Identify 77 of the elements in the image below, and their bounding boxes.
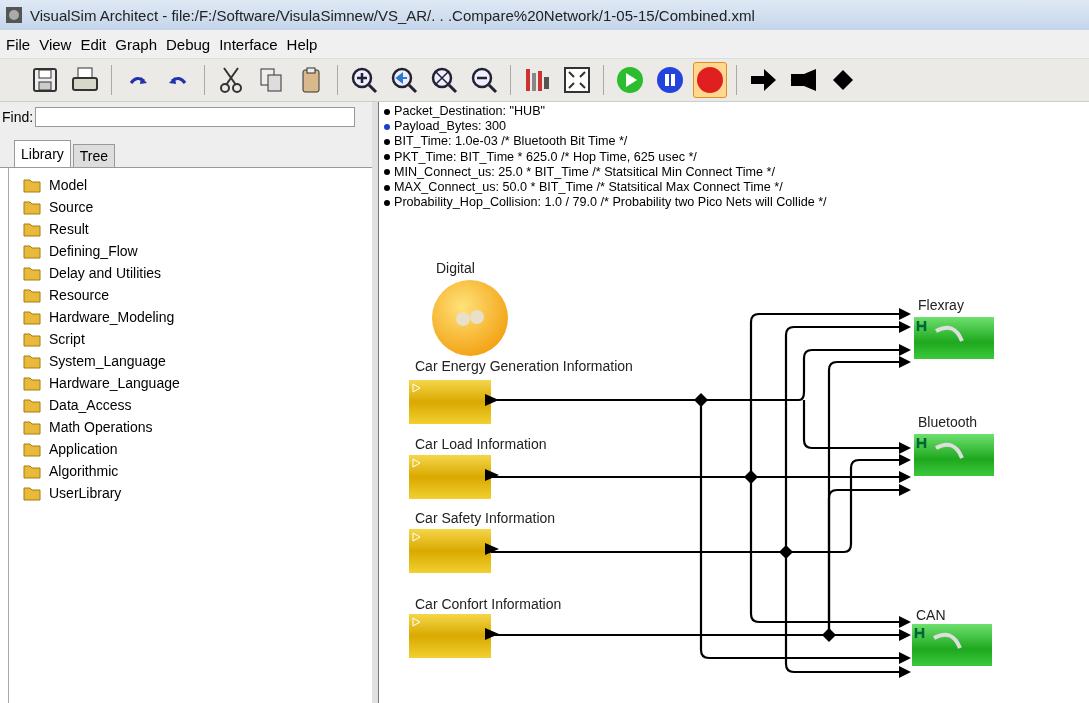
window-title: VisualSim Architect - file:/F:/Software/VisulaSimnew/VS_AR/. . .Compare%20Network/1-05-15/Combined.xml xyxy=(30,6,755,24)
sink-label: Flexray xyxy=(918,297,964,313)
parameter-text: Probability_Hop_Collision: 1.0 / 79.0 /* Probability two Pico Nets will Collide */ xyxy=(394,195,827,211)
source-block[interactable] xyxy=(409,614,499,658)
library-item[interactable]: Defining_Flow xyxy=(49,243,138,259)
run-icon xyxy=(615,65,645,95)
redo-icon xyxy=(127,74,149,86)
sink-label: Bluetooth xyxy=(918,414,978,430)
folder-icon xyxy=(23,199,41,215)
parameter-text: Packet_Destination: "HUB" xyxy=(394,104,546,120)
find-label: Find: xyxy=(1,109,35,125)
menu-item[interactable]: Graph xyxy=(115,35,157,53)
folder-icon xyxy=(23,419,41,435)
folder-icon xyxy=(23,309,41,325)
sink-block[interactable] xyxy=(912,624,994,668)
library-item[interactable]: Application xyxy=(49,441,118,457)
folder-icon xyxy=(23,177,41,193)
source-block[interactable] xyxy=(409,529,499,573)
library-item[interactable]: Source xyxy=(49,199,94,215)
library-item[interactable]: Data_Access xyxy=(49,397,132,413)
source-label: Car Energy Generation Information xyxy=(415,358,633,374)
source-label: Car Load Information xyxy=(415,436,547,452)
folder-icon xyxy=(23,463,41,479)
menu-item[interactable]: Interface xyxy=(219,35,278,53)
library-item[interactable]: Hardware_Modeling xyxy=(49,309,175,325)
stop-button[interactable] xyxy=(693,62,727,98)
pause-icon xyxy=(655,65,685,95)
folder-icon xyxy=(23,375,41,391)
folder-icon xyxy=(23,353,41,369)
folder-icon xyxy=(23,331,41,347)
source-block[interactable] xyxy=(409,455,499,499)
director-label: Digital xyxy=(436,260,475,276)
save-icon xyxy=(30,65,60,95)
sink-label: CAN xyxy=(916,607,946,623)
library-item[interactable]: System_Language xyxy=(49,353,166,369)
parameter-text: PKT_Time: BIT_Time * 625.0 /* Hop Time, 625 usec */ xyxy=(394,149,697,165)
zoom-out-icon xyxy=(469,65,499,95)
tab[interactable]: Tree xyxy=(72,144,116,167)
zoom-fit-icon xyxy=(429,65,459,95)
library-item[interactable]: Resource xyxy=(49,287,109,303)
parameter-text: MAX_Connect_us: 50.0 * BIT_Time /* Statsitical Max Connect Time */ xyxy=(394,180,783,196)
folder-icon xyxy=(23,485,41,501)
library-item[interactable]: Delay and Utilities xyxy=(49,265,162,281)
library-item[interactable]: Result xyxy=(49,221,89,237)
source-label: Car Confort Information xyxy=(415,596,562,612)
stop-icon xyxy=(695,65,725,95)
library-item[interactable]: Math Operations xyxy=(49,419,153,435)
zoom-reset-icon xyxy=(389,65,419,95)
menu-item[interactable]: Help xyxy=(286,35,318,53)
source-block[interactable] xyxy=(409,380,499,424)
sink-block[interactable] xyxy=(914,317,996,361)
folder-icon xyxy=(23,397,41,413)
library-item[interactable]: Algorithmic xyxy=(49,463,119,479)
parameter-text: BIT_Time: 1.0e-03 /* Bluetooth Bit Time */ xyxy=(394,134,628,150)
library-item[interactable]: Hardware_Language xyxy=(49,375,180,391)
undo-icon xyxy=(167,74,189,86)
app-icon xyxy=(6,7,22,23)
fullscreen-icon xyxy=(562,65,592,95)
menu-item[interactable]: Debug xyxy=(166,35,211,53)
library-item[interactable]: Script xyxy=(49,331,85,347)
folder-icon xyxy=(23,243,41,259)
folder-icon xyxy=(23,221,41,237)
library-item[interactable]: UserLibrary xyxy=(49,485,122,501)
menu-item[interactable]: View xyxy=(39,35,72,53)
folder-icon xyxy=(23,441,41,457)
folder-icon xyxy=(23,265,41,281)
folder-icon xyxy=(23,287,41,303)
menu-item[interactable]: Edit xyxy=(80,35,107,53)
zoom-in-icon xyxy=(349,65,379,95)
parameter-text: Payload_Bytes: 300 xyxy=(394,119,507,135)
library-item[interactable]: Model xyxy=(49,177,88,193)
menu-item[interactable]: File xyxy=(6,35,31,53)
source-label: Car Safety Information xyxy=(415,510,556,526)
tab[interactable]: Library xyxy=(14,140,71,167)
find-field[interactable] xyxy=(35,107,356,127)
sink-block[interactable] xyxy=(914,434,996,478)
parameter-text: MIN_Connect_us: 25.0 * BIT_Time /* Statsitical Min Connect Time */ xyxy=(394,164,775,180)
